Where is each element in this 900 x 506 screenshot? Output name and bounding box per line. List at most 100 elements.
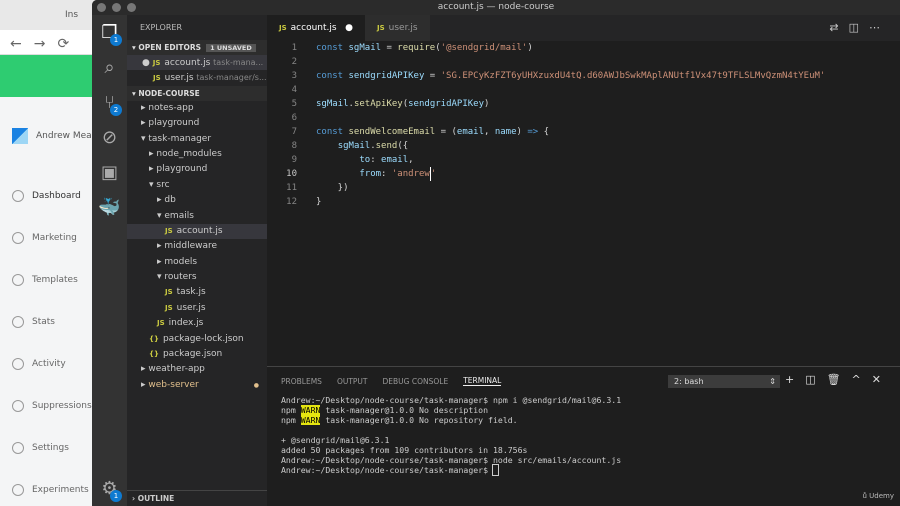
tree-item[interactable]: JS user.js: [127, 301, 267, 316]
node-course-header[interactable]: ▾ NODE-COURSE: [127, 85, 267, 101]
code-token: =>: [527, 127, 539, 137]
terminal-text: task-manager@1.0.0 No description: [320, 405, 489, 415]
tree-item[interactable]: ▸ models: [127, 255, 267, 270]
browser-nav-activity[interactable]: Activity: [12, 358, 66, 370]
tree-label: playground: [148, 118, 200, 129]
code-token: from: [359, 169, 382, 179]
tree-item[interactable]: ▾ routers: [127, 270, 267, 285]
tree-label: index.js: [168, 318, 204, 329]
search-icon[interactable]: ⌕: [92, 50, 127, 85]
browser-tab[interactable]: Ins: [65, 10, 78, 20]
browser-tabbar: Ins: [0, 0, 100, 30]
gear-icon[interactable]: ⚙ 1: [92, 471, 127, 506]
tab-label: user.js: [388, 23, 418, 33]
tree-item[interactable]: ▸ middleware: [127, 239, 267, 254]
suppressions-icon: [12, 400, 24, 412]
code-line: 2: [267, 55, 900, 69]
outline-header[interactable]: › OUTLINE: [127, 490, 267, 506]
terminal-line: npm WARN task-manager@1.0.0 No repositor…: [281, 415, 900, 425]
tree-item[interactable]: ▸ notes-app: [127, 101, 267, 116]
window-controls[interactable]: [97, 3, 136, 12]
source-control-icon[interactable]: ⑂ 2: [92, 85, 127, 120]
terminal-select[interactable]: 2: bash ⇕: [668, 375, 780, 388]
js-file-icon: JS: [165, 303, 173, 312]
browser-nav-settings[interactable]: Settings: [12, 442, 69, 454]
extensions-icon[interactable]: ▣: [92, 155, 127, 190]
docker-icon[interactable]: 🐳: [92, 190, 127, 225]
code-token: ': [430, 169, 437, 179]
account-user[interactable]: Andrew Mead: [12, 128, 97, 144]
panel-actions[interactable]: +◫🗑^✕: [785, 373, 892, 386]
open-editor-item[interactable]: JS user.js task-manager/s...: [127, 70, 267, 85]
code-token: ): [527, 43, 533, 53]
tree-item[interactable]: ▾ task-manager: [127, 132, 267, 147]
tree-label: playground: [156, 164, 208, 175]
code-token: setApiKey: [353, 99, 403, 109]
code-token: const: [316, 43, 349, 53]
debug-icon[interactable]: ⊘: [92, 120, 127, 155]
tree-item[interactable]: ▾ src: [127, 178, 267, 193]
terminal[interactable]: Andrew:~/Desktop/node-course/task-manage…: [267, 395, 900, 476]
tree-item[interactable]: ▾ emails: [127, 209, 267, 224]
tree-item[interactable]: {} package.json: [127, 347, 267, 362]
browser-nav-templates[interactable]: Templates: [12, 274, 78, 286]
terminal-text: added 50 packages from 109 contributors …: [281, 445, 528, 455]
browser-nav-marketing[interactable]: Marketing: [12, 232, 77, 244]
templates-icon: [12, 274, 24, 286]
line-number: 12: [286, 197, 297, 207]
nav-label: Dashboard: [32, 191, 81, 201]
tree-label: routers: [164, 272, 197, 283]
open-editors-header[interactable]: ▾ OPEN EDITORS 1 UNSAVED: [127, 40, 267, 55]
tree-item[interactable]: ▸ playground: [127, 116, 267, 131]
code-token: =: [381, 43, 398, 53]
code-token: 'SG.EPCyKzFZT6yUHXzuxdU4tQ.d60AWJbSwkMAp…: [440, 71, 826, 81]
tree-item[interactable]: JS task.js: [127, 285, 267, 300]
title-bar: account.js — node-course: [92, 0, 900, 15]
code-token: sendgridAPIKey: [408, 99, 484, 109]
nav-label: Settings: [32, 443, 69, 453]
panel-tab-output[interactable]: OUTPUT: [337, 377, 368, 386]
code-token: }): [316, 183, 349, 193]
tree-item[interactable]: JS index.js: [127, 316, 267, 331]
code-token: const: [316, 127, 349, 137]
browser-nav-experiments[interactable]: Experiments: [12, 484, 89, 496]
tree-item[interactable]: ▸ db: [127, 193, 267, 208]
code-token: 'andrew: [391, 169, 430, 179]
terminal-line: Andrew:~/Desktop/node-course/task-manage…: [281, 455, 900, 465]
code-token: require: [397, 43, 436, 53]
tree-item[interactable]: JS account.js: [127, 223, 267, 240]
js-file-icon: JS: [157, 319, 165, 328]
explorer-icon[interactable]: ❐ 1: [92, 15, 127, 50]
open-editor-item[interactable]: ● JS account.js task-mana...: [127, 55, 267, 71]
editor-actions[interactable]: ⇄◫⋯: [829, 15, 900, 41]
code-editor[interactable]: 1 const sgMail = require('@sendgrid/mail'…: [267, 41, 900, 366]
panel-tab-debug-console[interactable]: DEBUG CONSOLE: [383, 377, 449, 386]
browser-nav-suppressions[interactable]: Suppressions: [12, 400, 92, 412]
tree-label: weather-app: [148, 364, 205, 375]
code-line: 5 sgMail. setApiKey(sendgridAPIKey): [267, 97, 900, 111]
tree-item[interactable]: ▸ node_modules: [127, 147, 267, 162]
terminal-text: Andrew:~/Desktop/node-course/task-manage…: [281, 465, 493, 475]
panel-tab-problems[interactable]: PROBLEMS: [281, 377, 322, 386]
code-token: ,: [484, 127, 495, 137]
browser-nav-dashboard[interactable]: Dashboard: [12, 190, 81, 202]
tab-account-js[interactable]: JS account.js ●: [267, 15, 365, 41]
browser-window: Ins ←→⟳ Andrew Mead Dashboard Marketing Te…: [0, 0, 100, 506]
browser-nav-buttons[interactable]: ←→⟳: [0, 30, 100, 55]
code-line: 10 from: 'andrew ': [267, 167, 900, 181]
tree-item[interactable]: ▸ playground: [127, 162, 267, 177]
tree-item[interactable]: ▸ weather-app: [127, 362, 267, 377]
browser-nav-stats[interactable]: Stats: [12, 316, 55, 328]
code-token: {: [538, 127, 550, 137]
tree-item[interactable]: {} package-lock.json: [127, 332, 267, 347]
code-line: 4: [267, 83, 900, 97]
tree-item[interactable]: ▸ web-server ●: [127, 378, 267, 393]
nav-label: Experiments: [32, 485, 89, 495]
tab-user-js[interactable]: JS user.js: [365, 15, 430, 41]
line-number: 4: [291, 85, 297, 95]
nav-label: Activity: [32, 359, 66, 369]
code-token: ): [484, 99, 490, 109]
line-number: 7: [291, 127, 297, 137]
panel-tab-terminal[interactable]: TERMINAL: [463, 376, 502, 386]
